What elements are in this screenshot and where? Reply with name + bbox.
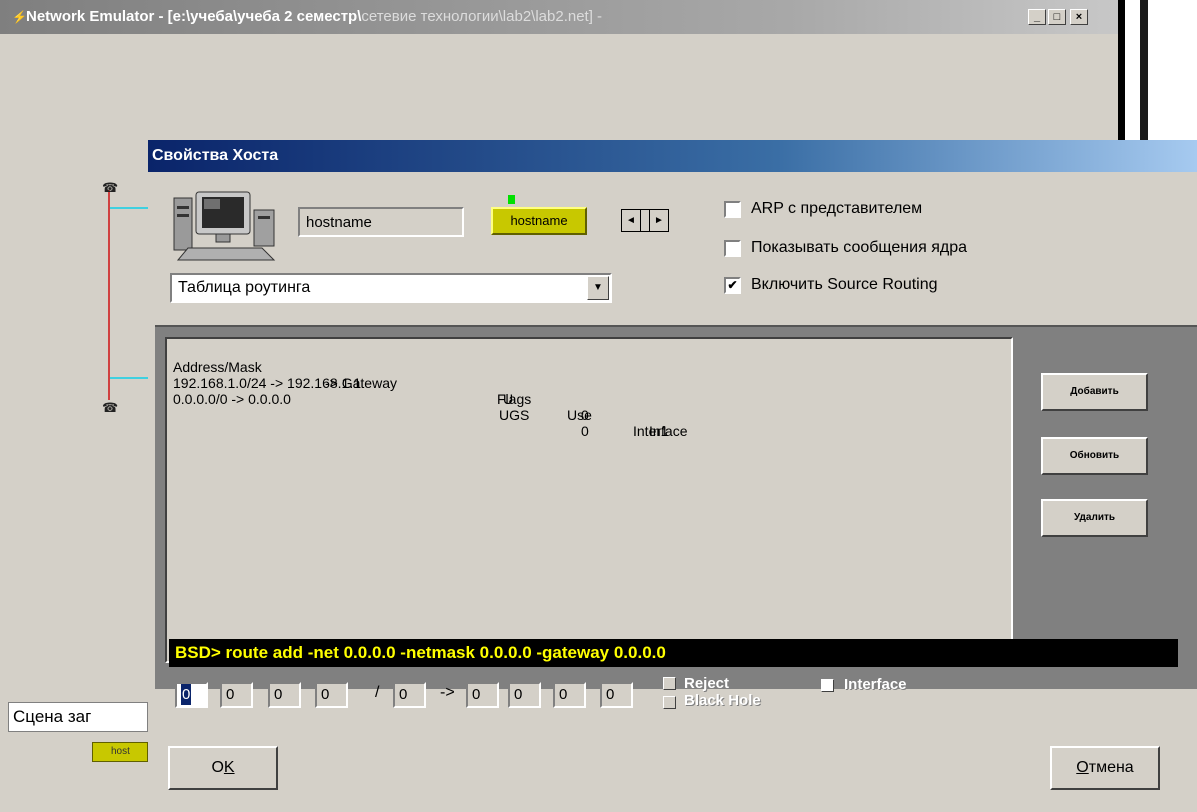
blackhole-toggle[interactable] — [663, 696, 676, 709]
network-link[interactable] — [110, 207, 148, 209]
kernel-messages-checkbox[interactable]: Показывать сообщения ядра — [724, 237, 967, 259]
maximize-button[interactable]: □ — [1048, 9, 1066, 25]
reject-label: Reject — [684, 675, 730, 692]
close-button[interactable]: × — [1070, 9, 1088, 25]
arp-proxy-label: ARP с представителем — [751, 200, 923, 217]
command-line: BSD> route add -net 0.0.0.0 -netmask 0.0… — [169, 639, 1178, 667]
flags-cell: UGS — [499, 407, 530, 423]
hub-node-icon[interactable]: ☎ — [102, 400, 118, 415]
routing-panel: Address/Mask -> Gateway Flags Use Interf… — [155, 325, 1197, 689]
cancel-button[interactable]: Отмена — [1050, 746, 1160, 790]
dialog-titlebar — [148, 140, 1197, 172]
checkbox-box[interactable] — [724, 239, 741, 257]
interface-spinner[interactable]: ◄ ► — [621, 209, 669, 232]
network-canvas[interactable] — [0, 34, 148, 694]
use-cell: 0 — [581, 423, 589, 439]
source-routing-label: Включить Source Routing — [751, 276, 938, 293]
table-row[interactable]: 0.0.0.0/0 -> 0.0.0.0 UGS 0 — [173, 375, 589, 439]
spin-thumb[interactable] — [641, 210, 650, 231]
chevron-down-icon[interactable]: ▼ — [587, 276, 609, 300]
update-route-button[interactable]: Обновить — [1041, 437, 1148, 475]
table-header: Address/Mask -> Gateway Flags Use Interf… — [173, 343, 687, 439]
routing-table[interactable]: Address/Mask -> Gateway Flags Use Interf… — [165, 337, 1013, 663]
arrow-separator: -> — [440, 684, 455, 701]
view-select-value: Таблица роутинга — [178, 279, 311, 296]
scrollbar[interactable] — [1140, 0, 1148, 140]
reject-toggle[interactable] — [663, 677, 676, 690]
status-led — [508, 195, 515, 204]
gw-octet-4[interactable]: 0 — [600, 682, 633, 708]
checkbox-box[interactable] — [724, 200, 741, 218]
hostname-input[interactable]: hostname — [298, 207, 464, 237]
kernel-messages-label: Показывать сообщения ядра — [751, 239, 967, 256]
computer-icon — [173, 191, 276, 261]
use-cell: 0 — [581, 407, 589, 423]
flags-cell: U — [503, 391, 514, 407]
interface-toggle[interactable] — [821, 679, 834, 692]
net-octet-4[interactable]: 0 — [315, 682, 348, 708]
ok-button[interactable]: OK — [168, 746, 278, 790]
slash-separator: / — [375, 684, 380, 701]
net-octet-2[interactable]: 0 — [220, 682, 253, 708]
arp-proxy-checkbox[interactable]: ARP с представителем — [724, 198, 922, 220]
minimize-button[interactable]: _ — [1028, 9, 1046, 25]
host-properties-dialog: Свойства Хоста hostname hostname ◄ ► ARP… — [148, 140, 1197, 812]
network-link[interactable] — [110, 377, 148, 379]
mask-field[interactable]: 0 — [393, 682, 426, 708]
hub-node-icon[interactable]: ☎ — [102, 180, 118, 195]
interface-label: Interface — [844, 676, 907, 693]
gw-octet-1[interactable]: 0 — [466, 682, 499, 708]
net-octet-3[interactable]: 0 — [268, 682, 301, 708]
main-window-title: Network Emulator - [e:\учеба\учеба 2 сем… — [26, 8, 603, 25]
dialog-title: Свойства Хоста — [152, 147, 279, 164]
checkbox-checked[interactable]: ✔ — [724, 276, 741, 294]
table-row[interactable]: 192.168.1.0/24 -> 192.168.1.1 U 0 In1 — [173, 359, 668, 439]
network-link[interactable] — [108, 190, 110, 400]
source-routing-checkbox[interactable]: ✔ Включить Source Routing — [724, 274, 938, 296]
delete-route-button[interactable]: Удалить — [1041, 499, 1148, 537]
scene-name-field[interactable]: Сцена заг — [8, 702, 148, 732]
view-select[interactable]: Таблица роутинга ▼ — [170, 273, 612, 303]
interface-cell: In1 — [649, 423, 669, 439]
spin-left-button[interactable]: ◄ — [622, 210, 641, 231]
add-route-button[interactable]: Добавить — [1041, 373, 1148, 411]
host-node-chip[interactable]: host — [92, 742, 148, 762]
gw-octet-2[interactable]: 0 — [508, 682, 541, 708]
spin-right-button[interactable]: ► — [650, 210, 668, 231]
hostname-chip[interactable]: hostname — [491, 207, 587, 235]
blackhole-label: Black Hole — [684, 692, 761, 709]
route-cell: 0.0.0.0/0 -> 0.0.0.0 — [173, 391, 291, 407]
gw-octet-3[interactable]: 0 — [553, 682, 586, 708]
net-octet-1[interactable]: 0 — [175, 682, 208, 708]
